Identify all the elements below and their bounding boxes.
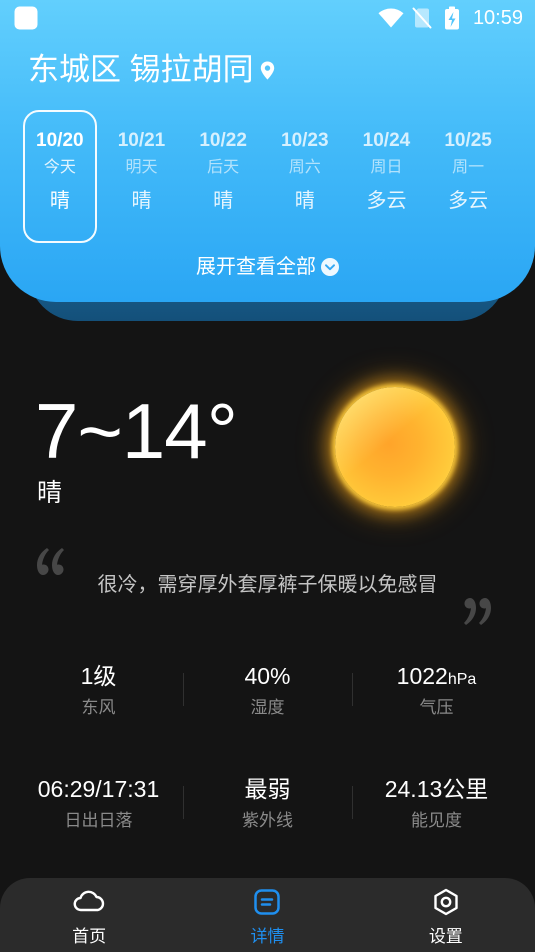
location[interactable]: 东城区 锡拉胡同 bbox=[28, 52, 275, 88]
forecast-day-weekday: 今天 bbox=[43, 159, 76, 176]
bottom-navigation: 首页 详情 设置 bbox=[0, 878, 535, 952]
stat-value: 1级 bbox=[80, 663, 117, 689]
nav-details-label: 详情 bbox=[250, 927, 285, 946]
stat-value: 24.13公里 bbox=[384, 776, 489, 802]
stat-value: 40% bbox=[244, 663, 291, 689]
forecast-day-weekday: 周一 bbox=[452, 159, 485, 176]
expand-forecast-label: 展开查看全部 bbox=[196, 256, 316, 278]
forecast-day-weather: 多云 bbox=[448, 190, 489, 212]
stat-label: 能见度 bbox=[411, 811, 462, 830]
nav-settings[interactable]: 设置 bbox=[357, 878, 535, 952]
stat-value: 1022hPa bbox=[352, 661, 521, 695]
clothing-advice: 很冷，需穿厚外套厚裤子保暖以免感冒 bbox=[97, 574, 438, 596]
weather-condition: 晴 bbox=[37, 479, 63, 507]
chevron-down-circle-icon bbox=[321, 258, 339, 276]
settings-icon bbox=[434, 888, 458, 916]
stat-label: 东风 bbox=[81, 698, 116, 717]
stat-label: 湿度 bbox=[250, 698, 285, 717]
temperature-range: 7~14° bbox=[35, 387, 238, 475]
location-pin-icon bbox=[260, 61, 274, 79]
stats-row: 1级 东风 40% 湿度 1022hPa 气压 bbox=[14, 661, 521, 723]
forecast-day-date: 10/23 bbox=[281, 130, 329, 151]
stat-unit: hPa bbox=[447, 671, 477, 688]
stat-pressure: 1022hPa 气压 bbox=[352, 661, 521, 723]
nav-details[interactable]: 详情 bbox=[178, 878, 356, 952]
stat-value-number: 1022 bbox=[396, 663, 448, 689]
stat-uv-index: 最弱 紫外线 bbox=[183, 774, 352, 836]
location-name: 东城区 锡拉胡同 bbox=[28, 52, 254, 87]
forecast-day-date: 10/24 bbox=[362, 130, 411, 151]
forecast-day-item[interactable]: 10/24 周日 多云 bbox=[346, 110, 428, 243]
stat-divider bbox=[352, 673, 353, 706]
status-time: 10:59 bbox=[472, 7, 523, 29]
close-quote-icon bbox=[464, 598, 491, 625]
forecast-day-weather: 多云 bbox=[366, 190, 407, 212]
forecast-day-item[interactable]: 10/23 周六 晴 bbox=[264, 110, 346, 243]
forecast-day-weekday: 后天 bbox=[207, 159, 240, 176]
sun-icon bbox=[335, 387, 455, 507]
wifi-icon bbox=[378, 8, 404, 28]
battery-charging-icon bbox=[445, 6, 459, 30]
nav-home[interactable]: 首页 bbox=[0, 878, 178, 952]
forecast-day-item[interactable]: 10/25 周一 多云 bbox=[427, 110, 509, 243]
stat-label: 紫外线 bbox=[242, 811, 293, 830]
no-sim-icon bbox=[412, 7, 432, 29]
forecast-day-weekday: 周日 bbox=[370, 159, 403, 176]
forecast-day-weather: 晴 bbox=[49, 190, 70, 212]
stat-value: 最弱 bbox=[244, 776, 291, 802]
stat-label: 日出日落 bbox=[64, 811, 133, 830]
forecast-day-weekday: 明天 bbox=[125, 159, 158, 176]
stats-row: 06:29/17:31 日出日落 最弱 紫外线 24.13公里 能见度 bbox=[14, 774, 521, 836]
stat-label: 气压 bbox=[419, 698, 454, 717]
details-icon bbox=[254, 889, 281, 915]
stat-wind: 1级 东风 bbox=[14, 661, 183, 723]
stat-value: 06:29/17:31 bbox=[37, 776, 160, 802]
stat-visibility: 24.13公里 能见度 bbox=[352, 774, 521, 836]
forecast-header: 10:59 东城区 锡拉胡同 10/20 今天 晴 10/21 明天 晴 10/… bbox=[0, 0, 535, 302]
status-bar: 10:59 bbox=[0, 0, 535, 36]
forecast-day-list: 10/20 今天 晴 10/21 明天 晴 10/22 后天 晴 10/23 周… bbox=[19, 110, 509, 243]
forecast-day-date: 10/21 bbox=[117, 130, 166, 151]
stat-humidity: 40% 湿度 bbox=[183, 661, 352, 723]
app-notification-icon bbox=[14, 6, 38, 30]
cloud-icon bbox=[73, 890, 105, 912]
forecast-day-weather: 晴 bbox=[131, 190, 152, 212]
forecast-day-item[interactable]: 10/20 今天 晴 bbox=[19, 110, 101, 243]
forecast-day-date: 10/20 bbox=[36, 130, 84, 151]
nav-home-label: 首页 bbox=[72, 927, 107, 946]
forecast-day-date: 10/25 bbox=[444, 130, 492, 151]
stat-divider bbox=[352, 786, 353, 819]
nav-settings-label: 设置 bbox=[428, 927, 463, 946]
stat-divider bbox=[183, 673, 184, 706]
open-quote-icon bbox=[37, 548, 64, 575]
forecast-day-weekday: 周六 bbox=[288, 159, 321, 176]
stat-divider bbox=[183, 786, 184, 819]
stat-sunrise-sunset: 06:29/17:31 日出日落 bbox=[14, 774, 183, 836]
forecast-day-weather: 晴 bbox=[294, 190, 315, 212]
forecast-day-date: 10/22 bbox=[199, 130, 247, 151]
forecast-day-item[interactable]: 10/22 后天 晴 bbox=[182, 110, 264, 243]
expand-forecast-button[interactable]: 展开查看全部 bbox=[0, 255, 535, 279]
forecast-day-item[interactable]: 10/21 明天 晴 bbox=[101, 110, 183, 243]
forecast-day-weather: 晴 bbox=[213, 190, 234, 212]
